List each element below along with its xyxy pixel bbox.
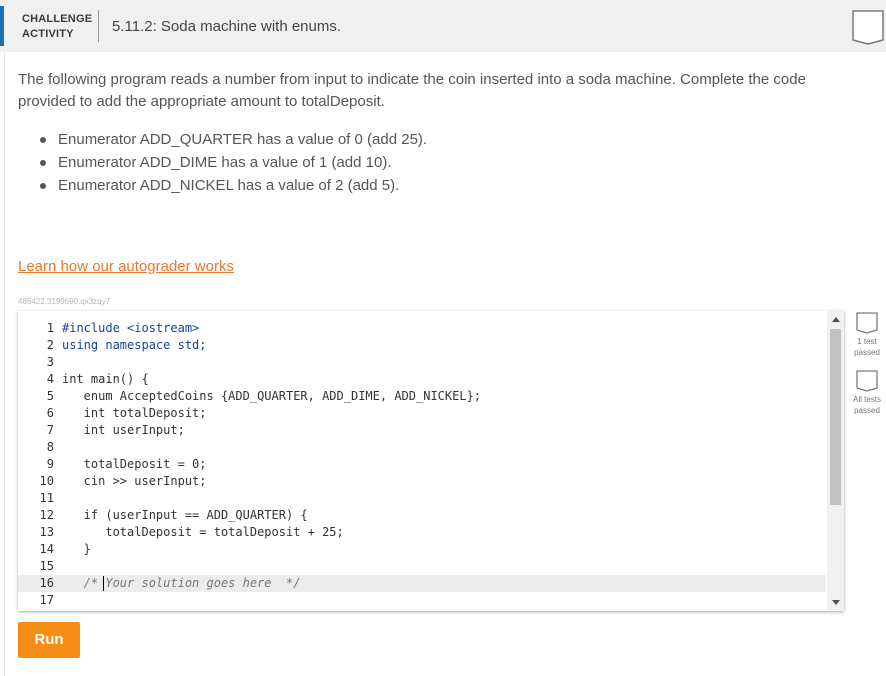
activity-header: CHALLENGE ACTIVITY 5.11.2: Soda machine … <box>0 0 886 52</box>
line-number: 14 <box>39 542 54 556</box>
test-status-box-icon <box>856 312 878 334</box>
line-number: 8 <box>46 440 54 454</box>
code-line[interactable]: 9 totalDeposit = 0; <box>18 456 826 473</box>
code-line[interactable]: 7 int userInput; <box>18 422 826 439</box>
scroll-thumb[interactable] <box>830 329 841 505</box>
code-text[interactable]: if (userInput == ADD_QUARTER) { <box>62 507 308 524</box>
completion-bookmark-icon <box>852 10 884 45</box>
line-number: 13 <box>39 525 54 539</box>
activity-type-line2: ACTIVITY <box>22 28 74 40</box>
code-text[interactable]: totalDeposit = totalDeposit + 25; <box>62 524 343 541</box>
activity-id: 486422.3199690.qx3zqy7 <box>18 297 111 306</box>
test-status-1: 1 test passed <box>848 312 886 358</box>
code-text[interactable]: int main() { <box>62 371 149 388</box>
code-line[interactable]: 15 <box>18 558 826 575</box>
text-cursor <box>103 576 104 591</box>
activity-type-label: CHALLENGE ACTIVITY <box>22 12 92 42</box>
header-divider <box>98 10 99 42</box>
code-line[interactable]: 16 /* Your solution goes here */ <box>18 575 826 592</box>
code-line[interactable]: 12 if (userInput == ADD_QUARTER) { <box>18 507 826 524</box>
activity-type-line1: CHALLENGE <box>22 13 93 25</box>
code-line[interactable]: 8 <box>18 439 826 456</box>
requirements-list: Enumerator ADD_QUARTER has a value of 0 … <box>36 128 427 197</box>
autograder-help-link[interactable]: Learn how our autograder works <box>18 258 234 275</box>
requirement-item: Enumerator ADD_QUARTER has a value of 0 … <box>36 128 427 151</box>
scroll-down-arrow-icon[interactable] <box>832 600 840 605</box>
code-line[interactable]: 13 totalDeposit = totalDeposit + 25; <box>18 524 826 541</box>
line-number: 10 <box>39 474 54 488</box>
test-status-label: All tests passed <box>852 395 881 415</box>
line-number: 16 <box>39 576 54 590</box>
test-status-label: 1 test passed <box>854 337 880 357</box>
line-number: 9 <box>46 457 54 471</box>
code-line[interactable]: 4 int main() { <box>18 371 826 388</box>
line-number: 6 <box>46 406 54 420</box>
code-text[interactable]: cin >> userInput; <box>62 473 207 490</box>
code-text[interactable]: int userInput; <box>62 422 185 439</box>
line-number: 5 <box>46 389 54 403</box>
left-rule <box>4 52 5 676</box>
scroll-up-arrow-icon[interactable] <box>832 317 840 322</box>
test-status-box-icon <box>856 370 878 392</box>
requirement-item: Enumerator ADD_NICKEL has a value of 2 (… <box>36 174 427 197</box>
code-line[interactable]: 17 <box>18 592 826 609</box>
line-number: 4 <box>46 372 54 386</box>
code-line[interactable]: 5 enum AcceptedCoins {ADD_QUARTER, ADD_D… <box>18 388 826 405</box>
line-number: 17 <box>39 593 54 607</box>
code-text[interactable]: /* Your solution goes here */ <box>62 575 301 592</box>
requirement-item: Enumerator ADD_DIME has a value of 1 (ad… <box>36 151 427 174</box>
code-editor[interactable]: 1 #include <iostream> 2 using namespace std… <box>18 311 844 611</box>
code-text[interactable]: } <box>62 541 91 558</box>
line-number: 2 <box>46 338 54 352</box>
code-line[interactable]: 3 <box>18 354 826 371</box>
line-number: 3 <box>46 355 54 369</box>
editor-scrollbar[interactable] <box>827 311 844 611</box>
line-number: 15 <box>39 559 54 573</box>
code-text[interactable]: int totalDeposit; <box>62 405 207 422</box>
line-number: 12 <box>39 508 54 522</box>
code-line[interactable]: 14 } <box>18 541 826 558</box>
run-button[interactable]: Run <box>18 622 80 658</box>
code-line[interactable]: 11 <box>18 490 826 507</box>
line-number: 7 <box>46 423 54 437</box>
header-accent-bar <box>0 6 4 46</box>
problem-description: The following program reads a number fro… <box>18 71 806 110</box>
code-line[interactable]: 10 cin >> userInput; <box>18 473 826 490</box>
line-number: 1 <box>46 321 54 335</box>
code-text[interactable]: using namespace std; <box>62 337 207 354</box>
code-line[interactable]: 1 #include <iostream> <box>18 320 826 337</box>
code-line[interactable]: 6 int totalDeposit; <box>18 405 826 422</box>
code-text[interactable]: #include <iostream> <box>62 320 199 337</box>
test-status-2: All tests passed <box>848 370 886 416</box>
activity-title: 5.11.2: Soda machine with enums. <box>112 18 342 35</box>
code-text[interactable]: totalDeposit = 0; <box>62 456 207 473</box>
code-line[interactable]: 2 using namespace std; <box>18 337 826 354</box>
line-number: 11 <box>39 491 54 505</box>
code-text[interactable]: enum AcceptedCoins {ADD_QUARTER, ADD_DIM… <box>62 388 481 405</box>
